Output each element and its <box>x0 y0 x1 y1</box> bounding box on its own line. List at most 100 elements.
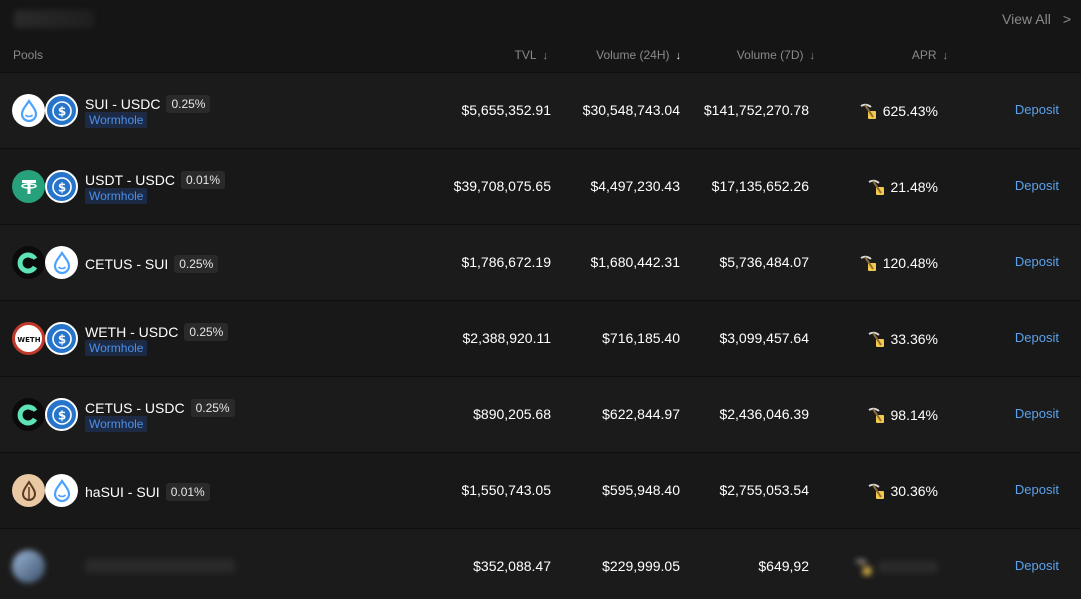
volume-7d-value: $141,752,270.78 <box>703 102 809 118</box>
pool-token-icons: $ <box>12 398 80 432</box>
sort-arrow-icon: ↓ <box>675 50 682 62</box>
deposit-button[interactable]: Deposit <box>1015 102 1059 117</box>
apr-value-group[interactable]: 98.14% <box>867 406 938 424</box>
bridge-tag: Wormhole <box>85 188 148 204</box>
section-title-blurred <box>14 10 94 28</box>
mining-icon <box>868 331 884 347</box>
mining-icon <box>868 179 884 195</box>
table-row[interactable]: $352,088.47 $229,999.05 $649,92 Deposit <box>0 528 1081 599</box>
pool-token-icons <box>12 474 80 508</box>
pair-name: CETUS - USDC <box>85 400 185 416</box>
apr-cell: 33.36% <box>808 301 938 377</box>
mining-icon <box>855 559 871 575</box>
apr-cell: 98.14% <box>808 377 938 453</box>
mining-icon <box>868 407 884 423</box>
pair-name: CETUS - SUI <box>85 256 169 272</box>
volume-7d-value: $5,736,484.07 <box>719 254 809 270</box>
table-row[interactable]: $ USDT - USDC 0.01% Wormhole $39,708,075.65 $… <box>0 148 1081 224</box>
volume-7d-value: $3,099,457.64 <box>719 330 809 346</box>
deposit-button[interactable]: Deposit <box>1015 406 1059 421</box>
table-row[interactable]: haSUI - SUI 0.01% $1,550,743.05 $595,948.40… <box>0 452 1081 528</box>
volume-7d-value: $17,135,652.26 <box>711 178 809 194</box>
blurred-icon <box>12 550 45 583</box>
pool-pair: CETUS - USDC 0.25% <box>85 399 235 417</box>
header-volume-24h[interactable]: Volume (24H) ↓ <box>596 48 681 62</box>
tvl-value: $1,550,743.05 <box>461 482 551 498</box>
apr-value-blurred <box>878 561 938 573</box>
apr-value-group[interactable]: 21.48% <box>867 178 938 196</box>
apr-value: 625.43% <box>882 103 938 119</box>
apr-cell: 21.48% <box>808 149 938 225</box>
header-volume-7d[interactable]: Volume (7D) ↓ <box>737 48 815 62</box>
usdc-icon: $ <box>45 398 78 431</box>
pool-token-icons <box>12 246 80 280</box>
chevron-right-icon: > <box>1062 11 1071 27</box>
svg-text:$: $ <box>57 408 65 422</box>
sort-arrow-icon: ↓ <box>809 50 816 62</box>
bridge-tag: Wormhole <box>85 112 148 128</box>
pool-list: $ SUI - USDC 0.25% Wormhole $5,655,352.91 $30… <box>0 72 1081 599</box>
view-all-label: View All <box>1002 11 1051 27</box>
apr-value: 98.14% <box>890 407 938 423</box>
tvl-value: $1,786,672.19 <box>461 254 551 270</box>
apr-value-group[interactable]: 625.43% <box>859 102 938 120</box>
apr-value-group[interactable] <box>854 558 938 576</box>
apr-value: 33.36% <box>890 331 938 347</box>
tvl-value: $5,655,352.91 <box>461 102 551 118</box>
tvl-value: $890,205.68 <box>473 406 551 422</box>
deposit-button[interactable]: Deposit <box>1015 482 1059 497</box>
usdc-icon: $ <box>45 94 78 127</box>
sort-arrow-icon: ↓ <box>542 50 549 62</box>
table-row[interactable]: $ SUI - USDC 0.25% Wormhole $5,655,352.91 $30… <box>0 72 1081 148</box>
sui-icon <box>45 246 78 279</box>
volume-7d-value: $649,92 <box>758 558 809 574</box>
deposit-button[interactable]: Deposit <box>1015 558 1059 573</box>
mining-icon <box>860 255 876 271</box>
apr-value-group[interactable]: 33.36% <box>867 330 938 348</box>
table-row[interactable]: $ CETUS - USDC 0.25% Wormhole $890,205.68 $62… <box>0 376 1081 452</box>
tvl-value: $352,088.47 <box>473 558 551 574</box>
usdc-icon: $ <box>45 322 78 355</box>
cetus-icon <box>12 246 45 279</box>
deposit-button[interactable]: Deposit <box>1015 330 1059 345</box>
pair-name: SUI - USDC <box>85 96 161 112</box>
volume-7d-value: $2,436,046.39 <box>719 406 809 422</box>
volume-24h-value: $622,844.97 <box>602 406 680 422</box>
svg-text:$: $ <box>57 180 65 194</box>
sui-icon <box>12 94 45 127</box>
pool-pair: WETH - USDC 0.25% <box>85 323 229 341</box>
header-tvl[interactable]: TVL ↓ <box>514 48 548 62</box>
hasui-icon <box>12 474 45 507</box>
bridge-tag: Wormhole <box>85 416 148 432</box>
apr-value-group[interactable]: 120.48% <box>859 254 938 272</box>
apr-value-group[interactable]: 30.36% <box>867 482 938 500</box>
deposit-button[interactable]: Deposit <box>1015 254 1059 269</box>
deposit-button[interactable]: Deposit <box>1015 178 1059 193</box>
table-row[interactable]: CETUS - SUI 0.25% $1,786,672.19 $1,680,442.… <box>0 224 1081 300</box>
table-row[interactable]: WETH $ WETH - USDC 0.25% Wormhole $2,388,920.… <box>0 300 1081 376</box>
apr-cell: 120.48% <box>808 225 938 301</box>
header-pools: Pools <box>13 48 44 62</box>
pool-pair: USDT - USDC 0.01% <box>85 171 225 189</box>
cetus-icon <box>12 398 45 431</box>
sort-arrow-icon: ↓ <box>942 50 949 62</box>
fee-badge: 0.25% <box>166 95 211 113</box>
pair-name: WETH - USDC <box>85 324 179 340</box>
volume-7d-value: $2,755,053.54 <box>719 482 809 498</box>
usdt-icon <box>12 170 45 203</box>
header-apr[interactable]: APR ↓ <box>912 48 948 62</box>
pool-token-icons: WETH $ <box>12 322 80 356</box>
pair-name: haSUI - SUI <box>85 484 160 500</box>
tvl-value: $39,708,075.65 <box>453 178 551 194</box>
apr-value: 30.36% <box>890 483 938 499</box>
pool-pair-blurred <box>85 559 235 573</box>
svg-text:$: $ <box>57 104 65 118</box>
volume-24h-value: $716,185.40 <box>602 330 680 346</box>
view-all-link[interactable]: View All > <box>1002 11 1071 27</box>
volume-24h-value: $4,497,230.43 <box>590 178 680 194</box>
bridge-tag: Wormhole <box>85 340 148 356</box>
sui-icon <box>45 474 78 507</box>
pool-pair: SUI - USDC 0.25% <box>85 95 211 113</box>
pool-token-icons <box>12 550 80 584</box>
volume-24h-value: $595,948.40 <box>602 482 680 498</box>
